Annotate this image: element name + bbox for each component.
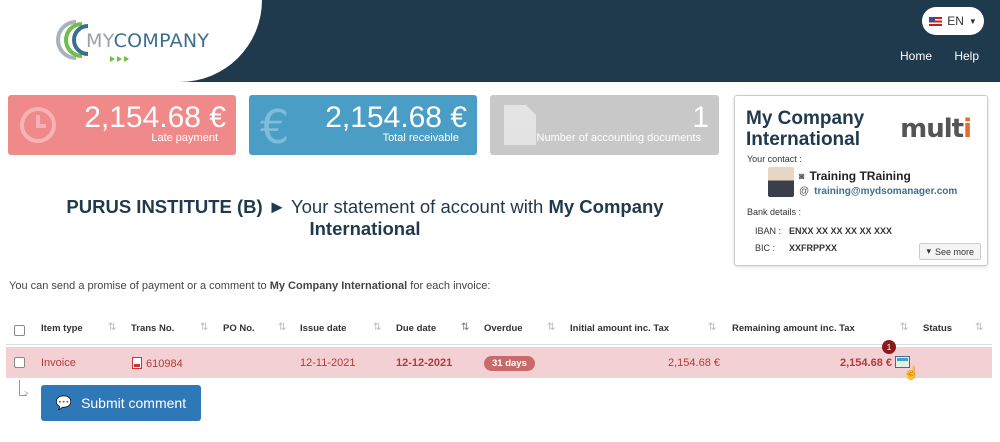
col-status[interactable]: Status [923, 323, 952, 334]
accounting-documents-card: 1 Number of accounting documents [490, 95, 719, 155]
contact-email[interactable]: @ training@mydsomanager.com [799, 186, 957, 197]
total-receivable-label: Total receivable [382, 132, 459, 144]
bic-row: BIC : XXFRPPXX [755, 243, 838, 253]
col-overdue[interactable]: Overdue [484, 323, 523, 334]
col-issue-date[interactable]: Issue date [300, 323, 346, 334]
instruction-text: You can send a promise of payment or a c… [9, 280, 491, 292]
document-icon [504, 105, 536, 145]
comment-count-badge: 1 [882, 340, 896, 354]
cell-issue-date: 12-11-2021 [300, 357, 356, 369]
submit-comment-label: Submit comment [81, 395, 187, 411]
top-header: MYCOMPANY EN ▼ Home Help [0, 0, 1000, 82]
total-receivable-value: 2,154.68 € [325, 101, 467, 134]
contact-label: Your contact : [747, 154, 802, 164]
sort-icon[interactable]: ⇅ [373, 322, 381, 333]
at-icon: @ [799, 186, 810, 197]
see-more-button[interactable]: ▾ See more [919, 243, 981, 260]
col-po-no[interactable]: PO No. [223, 323, 255, 334]
contact-avatar [768, 167, 794, 197]
bank-details-label: Bank details : [747, 207, 802, 217]
sort-icon[interactable]: ⇅ [278, 322, 286, 333]
col-trans-no[interactable]: Trans No. [131, 323, 174, 334]
select-all-checkbox[interactable] [14, 325, 25, 336]
speech-bubble-icon: 💬 [55, 395, 73, 410]
sort-icon[interactable]: ⇅ [547, 322, 555, 333]
sort-icon[interactable]: ⇅ [900, 322, 908, 333]
company-name: My Company International [746, 108, 865, 150]
clock-icon [20, 107, 56, 143]
page: MYCOMPANY EN ▼ Home Help 2,154.68 € Late… [0, 0, 1000, 442]
col-remaining-amount[interactable]: Remaining amount inc. Tax [732, 323, 855, 334]
iban-row: IBAN : ENXX XX XX XX XX XXX [755, 226, 893, 236]
language-label: EN [947, 14, 964, 28]
cell-initial-amount: 2,154.68 € [668, 357, 720, 369]
hand-cursor-icon: ☝ [903, 365, 920, 380]
sort-asc-icon[interactable]: ⇅ [461, 322, 469, 333]
nav-help-link[interactable]: Help [954, 49, 979, 63]
multi-logo: multi [900, 114, 972, 144]
late-payment-card: 2,154.68 € Late payment [8, 95, 236, 155]
total-receivable-card: € 2,154.68 € Total receivable [249, 95, 477, 155]
cell-trans-no[interactable]: 610984 [132, 357, 183, 370]
logo-text: MYCOMPANY [86, 30, 210, 52]
pdf-icon [132, 357, 142, 369]
col-initial-amount[interactable]: Initial amount inc. Tax [570, 323, 669, 334]
sort-icon[interactable]: ⇅ [708, 322, 716, 333]
row-checkbox[interactable] [14, 357, 25, 368]
contact-name: ◙ Training TRaining [799, 169, 911, 183]
documents-count-value: 1 [692, 101, 709, 134]
camera-icon: ◙ [799, 171, 805, 181]
documents-count-label: Number of accounting documents [536, 132, 701, 144]
table-header-divider [6, 344, 992, 345]
overdue-badge: 31 days [484, 356, 535, 371]
cell-due-date: 12-12-2021 [396, 357, 453, 369]
arrow-right-icon: > [24, 389, 29, 398]
late-payment-label: Late payment [151, 132, 218, 144]
late-payment-value: 2,154.68 € [84, 101, 226, 134]
cell-item-type: Invoice [41, 357, 76, 369]
sort-icon[interactable]: ⇅ [108, 322, 116, 333]
nav-home-link[interactable]: Home [900, 49, 932, 63]
caret-down-icon: ▼ [968, 16, 977, 26]
submit-comment-button[interactable]: 💬 Submit comment [41, 385, 201, 421]
logo-area[interactable]: MYCOMPANY [0, 0, 262, 82]
sort-icon[interactable]: ⇅ [975, 322, 983, 333]
cell-remaining-amount: 2,154.68 € [840, 357, 892, 369]
euro-icon: € [260, 100, 290, 154]
company-info-box: My Company International multi Your cont… [734, 95, 988, 266]
us-flag-icon [929, 16, 943, 26]
sort-icon[interactable]: ⇅ [200, 322, 208, 333]
col-due-date[interactable]: Due date [396, 323, 436, 334]
language-selector[interactable]: EN ▼ [922, 7, 984, 35]
page-title: PURUS INSTITUTE (B) ► Your statement of … [66, 196, 664, 239]
chevron-down-icon: ▾ [926, 246, 931, 256]
col-item-type[interactable]: Item type [41, 323, 83, 334]
